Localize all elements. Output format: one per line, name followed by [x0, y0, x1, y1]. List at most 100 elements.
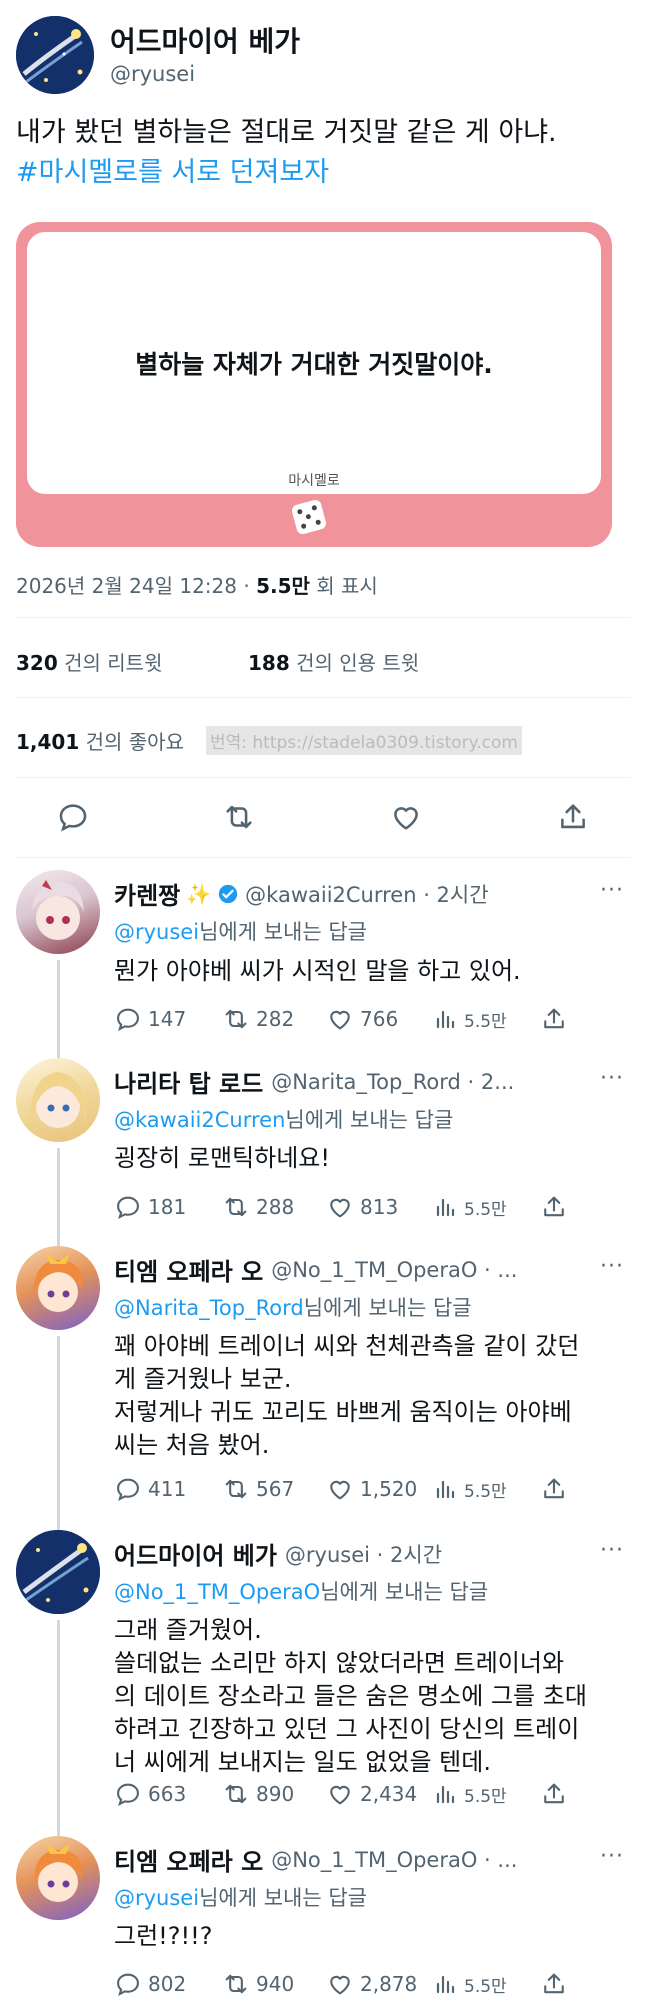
retweet-count[interactable]: 282 — [222, 1005, 294, 1033]
divider — [16, 617, 631, 618]
reply-handle-time[interactable]: @No_1_TM_OperaO · ... — [271, 1258, 517, 1282]
reply-count[interactable]: 147 — [114, 1005, 186, 1033]
view-count-label: 회 표시 — [316, 574, 378, 598]
author-display-name[interactable]: 어드마이어 베가 — [110, 20, 300, 60]
tweet-hashtag-link[interactable]: #마시멜로를 서로 던져보자 — [16, 153, 329, 193]
reply-text-line: 뭔가 아야베 씨가 시적인 말을 하고 있어. — [114, 957, 521, 985]
verified-badge-icon — [218, 884, 238, 903]
share-button[interactable] — [540, 1475, 568, 1503]
reply-header: 티엠 오페라 오 @No_1_TM_OperaO · ... — [114, 1842, 517, 1877]
author-handle[interactable]: @ryusei — [110, 62, 195, 86]
heart-icon — [394, 807, 418, 830]
reply-text: 그래 즐거웠어. 쓸데없는 소리만 하지 않았더라면 트레이너와 의 데이트 장… — [114, 1614, 587, 1779]
reply-avatar[interactable] — [16, 1836, 100, 1920]
more-icon[interactable]: ··· — [600, 1066, 624, 1091]
reply-display-name[interactable]: 티엠 오페라 오 — [114, 1842, 263, 1877]
share-button[interactable] — [556, 800, 590, 834]
reply-text: 꽤 아야베 트레이너 씨와 천체관측을 같이 갔던 게 즐거웠나 보군. 저렇게… — [114, 1330, 579, 1462]
views-icon — [436, 1198, 455, 1217]
more-icon[interactable]: ··· — [600, 1254, 624, 1279]
view-count[interactable]: 5.5만 — [434, 1193, 507, 1221]
reply-avatar[interactable] — [16, 870, 100, 954]
reply-header: 어드마이어 베가 @ryusei · 2시간 — [114, 1536, 442, 1571]
reply-text: 뭔가 아야베 씨가 시적인 말을 하고 있어. — [114, 955, 521, 988]
reply-header: 나리타 탑 로드 @Narita_Top_Rord · 2... — [114, 1064, 514, 1099]
share-button[interactable] — [540, 1193, 568, 1221]
reply-to-link[interactable]: @ryusei — [114, 920, 199, 944]
share-icon — [544, 1196, 564, 1217]
quotes-stat[interactable]: 188 건의 인용 트윗 — [248, 647, 419, 676]
more-icon[interactable]: ··· — [600, 878, 624, 903]
reply-text-line: 쓸데없는 소리만 하지 않았더라면 트레이너와 — [114, 1649, 565, 1677]
retweet-button[interactable] — [222, 800, 256, 834]
reply-to-link[interactable]: @ryusei — [114, 1886, 199, 1910]
reply-to-suffix: 님에게 보내는 답글 — [199, 1886, 367, 1910]
divider — [16, 857, 631, 858]
share-button[interactable] — [540, 1005, 568, 1033]
share-button[interactable] — [540, 1970, 568, 1998]
reply-avatar[interactable] — [16, 1530, 100, 1614]
reply-text-line: 게 즐거웠나 보군. — [114, 1365, 292, 1393]
author-avatar[interactable] — [16, 16, 94, 94]
reply-text-line: 의 데이트 장소라고 들은 숨은 명소에 그를 초대 — [114, 1682, 587, 1710]
reply-to-link[interactable]: @No_1_TM_OperaO — [114, 1580, 320, 1604]
reply-count[interactable]: 802 — [114, 1970, 186, 1998]
reply-to-link[interactable]: @kawaii2Curren — [114, 1108, 285, 1132]
retweet-count[interactable]: 890 — [222, 1780, 294, 1808]
like-count[interactable]: 1,520 — [326, 1475, 417, 1503]
retweet-count[interactable]: 288 — [222, 1193, 294, 1221]
reply-action-bar: 147 282 766 5.5만 — [114, 1005, 614, 1037]
reply-handle-time[interactable]: @ryusei · 2시간 — [285, 1539, 442, 1569]
like-button[interactable] — [389, 800, 423, 834]
views-icon — [436, 1480, 455, 1499]
like-count[interactable]: 2,878 — [326, 1970, 417, 1998]
view-count[interactable]: 5.5만 — [434, 1005, 507, 1033]
retweet-icon — [225, 1197, 247, 1217]
reply-count-value: 181 — [148, 1195, 187, 1219]
reply-count-value: 411 — [148, 1477, 187, 1501]
reply-handle-time[interactable]: @No_1_TM_OperaO · ... — [271, 1848, 517, 1872]
like-count[interactable]: 766 — [326, 1005, 398, 1033]
translation-credit: 번역: https://stadela0309.tistory.com — [206, 726, 522, 755]
reply-display-name[interactable]: 티엠 오페라 오 — [114, 1252, 263, 1287]
retweet-count-value: 282 — [256, 1007, 295, 1031]
reply-icon — [117, 1196, 139, 1219]
like-count[interactable]: 2,434 — [326, 1780, 417, 1808]
reply-avatar[interactable] — [16, 1246, 100, 1330]
reply-count[interactable]: 411 — [114, 1475, 186, 1503]
reply-to-line: @ryusei님에게 보내는 답글 — [114, 1882, 367, 1912]
reply-display-name[interactable]: 나리타 탑 로드 — [114, 1064, 263, 1099]
views-icon — [436, 1975, 455, 1994]
reply-action-bar: 411 567 1,520 5.5만 — [114, 1475, 614, 1507]
reply-count[interactable]: 181 — [114, 1193, 186, 1221]
reply-count[interactable]: 663 — [114, 1780, 186, 1808]
more-icon[interactable]: ··· — [600, 1538, 624, 1563]
reply-to-link[interactable]: @Narita_Top_Rord — [114, 1296, 304, 1320]
retweet-count-value: 940 — [256, 1972, 295, 1996]
view-count[interactable]: 5.5만 — [434, 1970, 507, 1998]
tweet-timestamp[interactable]: 2026년 2월 24일 12:28 — [16, 574, 237, 598]
heart-icon — [330, 1010, 350, 1030]
reply-display-name[interactable]: 카렌짱 — [114, 876, 180, 911]
like-count-value: 766 — [360, 1007, 399, 1031]
view-count[interactable]: 5.5만 — [434, 1780, 507, 1808]
retweet-count[interactable]: 940 — [222, 1970, 294, 1998]
more-icon[interactable]: ··· — [600, 1844, 624, 1869]
reply-action-bar: 802 940 2,878 5.5만 — [114, 1970, 614, 2002]
reply-to-line: @No_1_TM_OperaO님에게 보내는 답글 — [114, 1576, 488, 1606]
reply-avatar[interactable] — [16, 1058, 100, 1142]
reply-action-bar: 663 890 2,434 5.5만 — [114, 1780, 614, 1812]
likes-stat[interactable]: 1,401 건의 좋아요 — [16, 726, 184, 755]
marshmallow-brand-label: 마시멜로 — [288, 473, 340, 489]
reply-handle-time[interactable]: @Narita_Top_Rord · 2... — [271, 1070, 514, 1094]
view-count-value: 5.5만 — [464, 1011, 507, 1032]
retweets-stat[interactable]: 320 건의 리트윗 — [16, 647, 162, 676]
reply-display-name[interactable]: 어드마이어 베가 — [114, 1536, 277, 1571]
like-count[interactable]: 813 — [326, 1193, 398, 1221]
reply-count-value: 663 — [148, 1782, 187, 1806]
view-count[interactable]: 5.5만 — [434, 1475, 507, 1503]
reply-button[interactable] — [56, 800, 90, 834]
retweet-count[interactable]: 567 — [222, 1475, 294, 1503]
reply-handle-time[interactable]: @kawaii2Curren · 2시간 — [245, 879, 488, 909]
share-button[interactable] — [540, 1780, 568, 1808]
